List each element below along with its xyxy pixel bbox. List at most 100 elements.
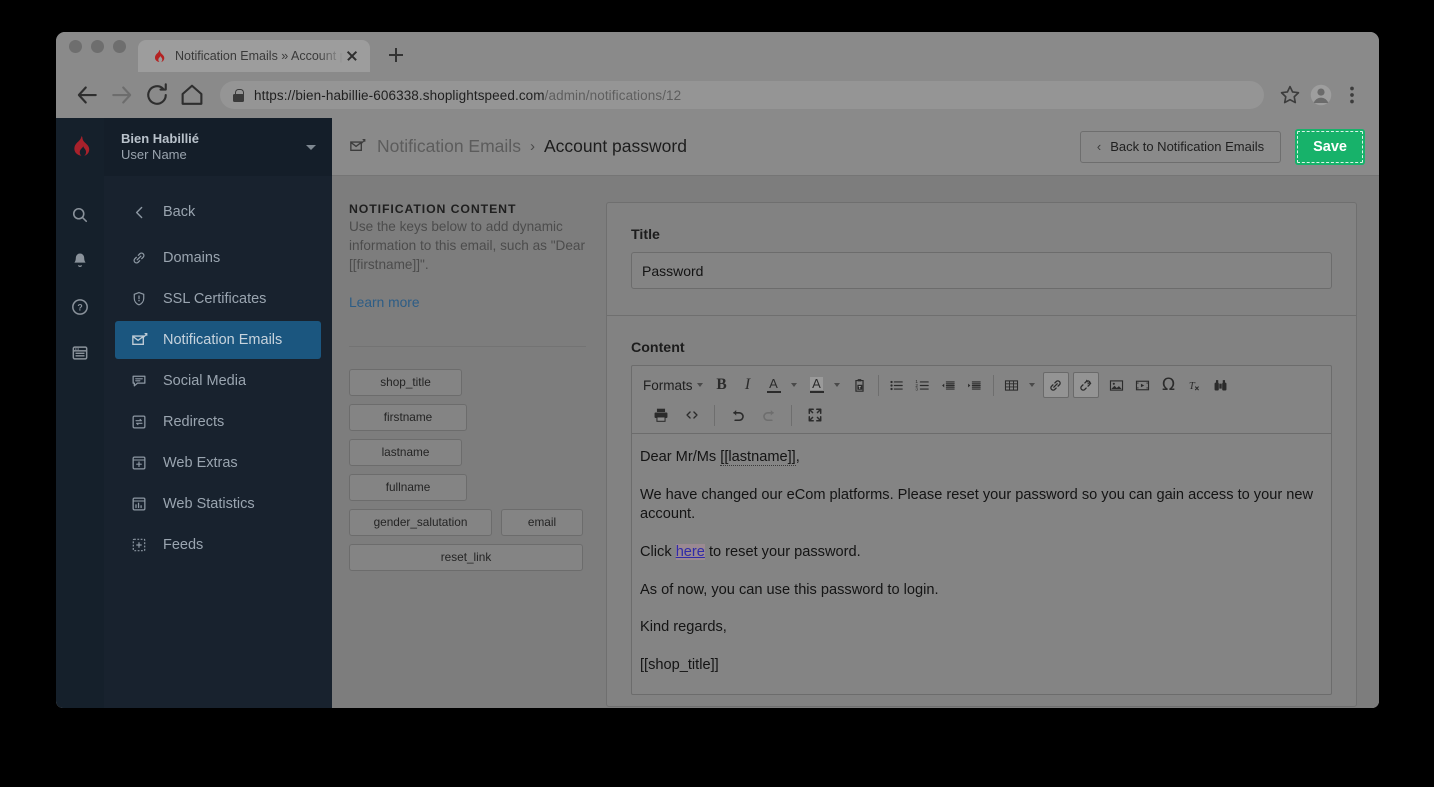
chevron-left-icon: ‹ — [1096, 139, 1102, 154]
sidebar-item-domains[interactable]: Domains — [115, 239, 321, 277]
greeting-text: Dear Mr/Ms — [640, 449, 721, 465]
breadcrumb-parent[interactable]: Notification Emails — [377, 136, 521, 157]
chevron-down-icon[interactable] — [790, 383, 797, 387]
table-button[interactable] — [999, 372, 1025, 398]
content-paragraph-3: Click here to reset your password. — [639, 543, 1324, 563]
click-text: Click — [640, 544, 676, 561]
application-area: ? Bien Habillié User Name Back Domains S… — [56, 118, 1379, 708]
sidebar-item-redirects[interactable]: Redirects — [115, 403, 321, 441]
redo-button[interactable] — [756, 402, 782, 428]
browser-window-icon[interactable] — [56, 330, 104, 376]
key-chip-email[interactable]: email — [501, 508, 583, 536]
source-code-button[interactable] — [679, 402, 705, 428]
bullet-list-icon — [890, 380, 903, 390]
home-icon[interactable] — [177, 80, 207, 110]
lightspeed-flame-icon[interactable] — [56, 118, 104, 176]
insert-link-button[interactable] — [1042, 372, 1069, 398]
chevron-down-icon[interactable] — [1028, 383, 1035, 387]
account-switcher[interactable]: Bien Habillié User Name — [104, 118, 332, 176]
notification-content-panel: NOTIFICATION CONTENT Use the keys below … — [348, 202, 606, 708]
close-icon[interactable] — [343, 47, 361, 65]
key-chip-firstname[interactable]: firstname — [349, 403, 467, 431]
title-label: Title — [631, 227, 660, 243]
sidebar-item-ssl-certificates[interactable]: SSL Certificates — [115, 280, 321, 318]
content-paragraph-5: Kind regards, — [640, 619, 727, 636]
background-color-button[interactable]: A — [804, 372, 830, 398]
bullet-list-button[interactable] — [884, 372, 910, 398]
star-icon[interactable] — [1277, 82, 1303, 108]
bell-icon[interactable] — [56, 238, 104, 284]
help-circle-icon[interactable]: ? — [56, 284, 104, 330]
bold-button[interactable]: B — [709, 372, 735, 398]
reload-icon[interactable] — [142, 80, 172, 110]
chevron-down-icon[interactable] — [833, 383, 840, 387]
sidebar-item-web-extras[interactable]: Web Extras — [115, 444, 321, 482]
clear-formatting-button[interactable]: T — [1182, 372, 1208, 398]
title-field-group: Title Password — [607, 203, 1356, 316]
broken-chain-icon — [1080, 379, 1092, 391]
insert-image-button[interactable] — [1104, 372, 1130, 398]
sidebar-item-label: Feeds — [163, 537, 204, 553]
editor-content-area[interactable]: Dear Mr/Ms [[lastname]], We have changed… — [632, 434, 1331, 694]
fullscreen-button[interactable] — [802, 402, 828, 428]
forward-icon[interactable] — [107, 80, 137, 110]
save-button[interactable]: Save — [1295, 128, 1365, 165]
page-title: Account password — [543, 136, 687, 156]
binoculars-icon — [1214, 379, 1227, 390]
bold-icon: B — [716, 376, 727, 393]
window-minimize-button[interactable] — [91, 39, 104, 53]
print-button[interactable] — [648, 402, 674, 428]
title-input[interactable]: Password — [631, 252, 1332, 289]
paste-text-icon: T — [855, 378, 864, 392]
sidebar-item-web-statistics[interactable]: Web Statistics — [115, 485, 321, 523]
content-paragraph-2: We have changed our eCom platforms. Plea… — [640, 486, 1314, 523]
background-color-swatch — [809, 391, 824, 393]
address-bar[interactable]: https://bien-habillie-606338.shoplightsp… — [220, 81, 1264, 109]
paste-as-text-button[interactable]: T — [847, 372, 873, 398]
browser-tab[interactable]: Notification Emails » Account p — [138, 40, 370, 72]
redo-arrow-icon — [762, 409, 774, 421]
address-bar-url: https://bien-habillie-606338.shoplightsp… — [254, 87, 682, 103]
search-icon[interactable] — [56, 192, 104, 238]
kebab-menu-icon[interactable] — [1339, 82, 1365, 108]
here-link[interactable]: here — [675, 544, 705, 561]
sidebar-item-notification-emails[interactable]: Notification Emails — [115, 321, 321, 359]
text-color-button[interactable]: A — [761, 372, 787, 398]
outdent-button[interactable] — [936, 372, 962, 398]
special-character-button[interactable]: Ω — [1156, 372, 1182, 398]
sidebar-item-feeds[interactable]: Feeds — [115, 526, 321, 564]
sidebar-item-label: Notification Emails — [163, 332, 283, 348]
omega-icon: Ω — [1162, 375, 1176, 395]
content-paragraph-6: [[shop_title]] — [640, 657, 719, 674]
italic-button[interactable]: I — [735, 372, 761, 398]
window-maximize-button[interactable] — [113, 39, 126, 53]
greeting-comma: , — [795, 449, 800, 465]
back-icon[interactable] — [72, 80, 102, 110]
key-chip-fullname[interactable]: fullname — [349, 473, 467, 501]
back-to-notification-emails-button[interactable]: ‹ Back to Notification Emails — [1079, 130, 1282, 163]
key-chip-shop-title[interactable]: shop_title — [349, 368, 462, 396]
find-replace-button[interactable] — [1208, 372, 1234, 398]
chevron-down-icon[interactable] — [306, 144, 316, 150]
main-panel: Notification Emails › Account password ‹… — [332, 118, 1379, 708]
key-chip-gender-salutation[interactable]: gender_salutation — [349, 508, 492, 536]
avatar-icon[interactable] — [1308, 82, 1334, 108]
insert-media-button[interactable] — [1130, 372, 1156, 398]
remove-link-button[interactable] — [1072, 372, 1099, 398]
learn-more-link[interactable]: Learn more — [349, 295, 420, 310]
key-chip-reset-link[interactable]: reset_link — [349, 543, 583, 571]
toolbar-divider — [877, 374, 879, 396]
sidebar-nav: Bien Habillié User Name Back Domains SSL… — [104, 118, 332, 708]
sidebar-item-label: Social Media — [163, 373, 247, 389]
shield-icon — [128, 289, 150, 309]
sidebar-item-social-media[interactable]: Social Media — [115, 362, 321, 400]
formats-dropdown[interactable]: Formats — [636, 372, 709, 398]
key-chip-lastname[interactable]: lastname — [349, 438, 462, 466]
undo-button[interactable] — [724, 402, 750, 428]
chart-box-icon — [128, 494, 150, 514]
window-close-button[interactable] — [69, 39, 82, 53]
new-tab-button[interactable] — [382, 41, 410, 69]
indent-button[interactable] — [962, 372, 988, 398]
sidebar-item-back[interactable]: Back — [115, 193, 321, 231]
numbered-list-button[interactable]: 123 — [910, 372, 936, 398]
